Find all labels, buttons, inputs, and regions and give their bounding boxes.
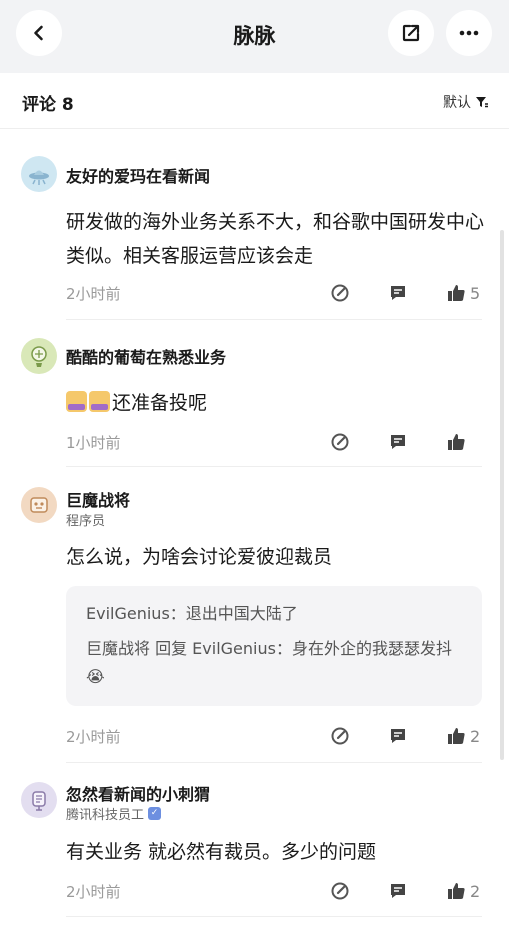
comment-author[interactable]: 友好的爱玛在看新闻 xyxy=(66,163,210,187)
hedgehog-avatar-icon xyxy=(32,791,46,811)
like-button[interactable]: 2 xyxy=(446,881,480,901)
thumbs-up-icon xyxy=(448,728,465,744)
sticker-emoji-icon xyxy=(89,391,110,412)
author-title: 腾讯科技员工 ✓ xyxy=(66,804,162,823)
divider xyxy=(66,319,482,320)
comment-author[interactable]: 忽然看新闻的小刺猬 xyxy=(66,781,210,805)
author-title: 程序员 xyxy=(66,514,106,529)
comment-author[interactable]: 巨魔战将 xyxy=(66,487,130,511)
edit-button[interactable] xyxy=(330,726,350,746)
comment-time: 2小时前 xyxy=(66,883,121,901)
comment-actions: 5 xyxy=(330,283,490,305)
avatar[interactable] xyxy=(21,782,57,818)
reply-button[interactable] xyxy=(388,881,408,901)
edit-button[interactable] xyxy=(330,432,350,452)
avatar[interactable] xyxy=(21,487,57,523)
thumbs-up-icon xyxy=(448,285,465,301)
comment-author[interactable]: 酷酷的葡萄在熟悉业务 xyxy=(66,344,226,368)
reply-button[interactable] xyxy=(388,283,408,303)
comments-header: 评论 8 默认 xyxy=(0,73,509,129)
ufo-avatar-icon xyxy=(29,170,49,185)
avatar[interactable] xyxy=(21,338,57,374)
comment-text: 怎么说，为啥会讨论爱彼迎裁员 xyxy=(66,546,333,568)
comment-text: 还准备投呢 xyxy=(66,386,486,420)
sticker-emoji-icon xyxy=(66,391,87,412)
reply-thread[interactable]: EvilGenius：退出中国大陆了 巨魔战将 回复 EvilGenius：身在… xyxy=(66,586,482,706)
edit-pencil-icon xyxy=(331,433,349,451)
comment-time: 2小时前 xyxy=(66,728,121,746)
avatar[interactable] xyxy=(21,156,57,192)
scrollbar[interactable] xyxy=(500,230,504,760)
edit-pencil-icon xyxy=(331,882,349,900)
thumbs-up-icon xyxy=(448,434,465,450)
share-external-icon xyxy=(402,24,420,42)
top-bar: 脉脉 xyxy=(0,0,509,73)
like-count: 2 xyxy=(470,881,481,901)
filter-sort-icon xyxy=(476,97,488,108)
like-button[interactable] xyxy=(446,432,470,452)
comment-bubble-icon xyxy=(391,435,405,449)
comment-bubble-icon xyxy=(391,729,405,743)
like-count: 5 xyxy=(470,283,481,303)
plant-avatar-icon xyxy=(31,346,47,367)
divider xyxy=(66,916,482,917)
thumbs-up-icon xyxy=(448,883,465,899)
reply-item: EvilGenius：退出中国大陆了 xyxy=(86,604,298,623)
reply-button[interactable] xyxy=(388,726,408,746)
sort-label: 默认 xyxy=(443,95,471,111)
more-dots-icon xyxy=(459,30,479,36)
comment-count: 评论 8 xyxy=(22,95,74,115)
divider xyxy=(66,762,482,763)
comment-time: 2小时前 xyxy=(66,285,121,303)
like-button[interactable]: 5 xyxy=(446,283,480,303)
more-button[interactable] xyxy=(446,10,492,56)
share-button[interactable] xyxy=(388,10,434,56)
comment-text: 有关业务 就必然有裁员。多少的问题 xyxy=(66,841,377,863)
edit-pencil-icon xyxy=(331,284,349,302)
reply-item: 巨魔战将 回复 EvilGenius：身在外企的我瑟瑟发抖😭 xyxy=(86,639,452,686)
comment-bubble-icon xyxy=(391,286,405,300)
comment-bubble-icon xyxy=(391,884,405,898)
comment-actions xyxy=(330,432,490,454)
divider xyxy=(66,466,482,467)
reply-button[interactable] xyxy=(388,432,408,452)
robot-avatar-icon xyxy=(30,497,48,513)
comment-text: 研发做的海外业务关系不大，和谷歌中国研发中心类似。相关客服运营应该会走 xyxy=(66,211,485,267)
sort-selector[interactable]: 默认 xyxy=(443,92,489,112)
comment-actions: 2 xyxy=(330,881,490,903)
edit-pencil-icon xyxy=(331,727,349,745)
like-count: 2 xyxy=(470,726,481,746)
like-button[interactable]: 2 xyxy=(446,726,480,746)
verified-badge-icon: ✓ xyxy=(148,807,162,820)
comment-actions: 2 xyxy=(330,726,490,748)
edit-button[interactable] xyxy=(330,881,350,901)
edit-button[interactable] xyxy=(330,283,350,303)
comment-time: 1小时前 xyxy=(66,434,121,452)
